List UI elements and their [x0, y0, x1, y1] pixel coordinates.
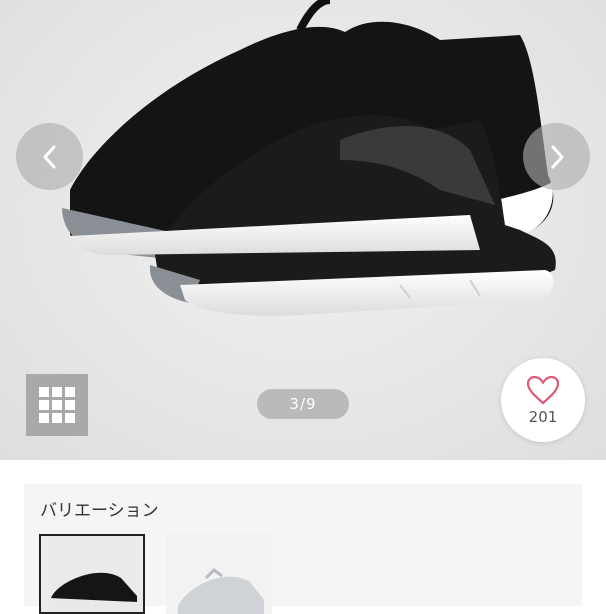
favorite-button[interactable]: 201	[501, 358, 585, 442]
heart-icon	[526, 375, 560, 405]
variation-title: バリエーション	[40, 501, 159, 521]
variation-thumb-white[interactable]	[166, 534, 272, 614]
next-image-button[interactable]	[523, 123, 590, 190]
variation-image-black	[49, 572, 137, 612]
product-gallery[interactable]: 3/9 201	[0, 0, 606, 460]
variation-image-white	[178, 568, 264, 614]
favorite-count: 201	[528, 408, 558, 426]
chevron-left-icon	[43, 145, 55, 168]
grid-view-button[interactable]	[26, 374, 88, 436]
chevron-right-icon	[551, 145, 563, 168]
variation-thumb-black[interactable]	[39, 534, 145, 614]
previous-image-button[interactable]	[16, 123, 83, 190]
image-page-counter: 3/9	[257, 389, 349, 419]
variation-section: バリエーション	[24, 484, 582, 614]
grid-icon	[39, 387, 75, 423]
